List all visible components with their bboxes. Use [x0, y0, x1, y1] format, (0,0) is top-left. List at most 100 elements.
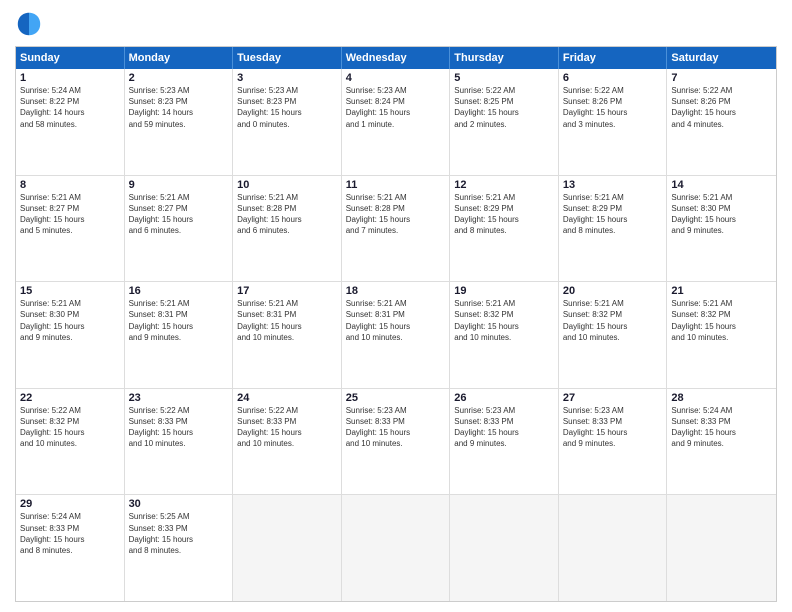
header-day-wednesday: Wednesday: [342, 47, 451, 69]
calendar-cell-empty-5: [559, 495, 668, 601]
day-number: 4: [346, 72, 446, 84]
calendar-cell-empty-4: [450, 495, 559, 601]
calendar-cell-9: 9Sunrise: 5:21 AM Sunset: 8:27 PM Daylig…: [125, 176, 234, 282]
day-number: 29: [20, 498, 120, 510]
day-info: Sunrise: 5:21 AM Sunset: 8:31 PM Dayligh…: [346, 298, 446, 343]
header-day-friday: Friday: [559, 47, 668, 69]
header-day-tuesday: Tuesday: [233, 47, 342, 69]
calendar-cell-29: 29Sunrise: 5:24 AM Sunset: 8:33 PM Dayli…: [16, 495, 125, 601]
calendar-row-2: 15Sunrise: 5:21 AM Sunset: 8:30 PM Dayli…: [16, 282, 776, 389]
header-day-sunday: Sunday: [16, 47, 125, 69]
calendar-cell-14: 14Sunrise: 5:21 AM Sunset: 8:30 PM Dayli…: [667, 176, 776, 282]
calendar-cell-22: 22Sunrise: 5:22 AM Sunset: 8:32 PM Dayli…: [16, 389, 125, 495]
day-number: 13: [563, 179, 663, 191]
day-number: 28: [671, 392, 772, 404]
day-info: Sunrise: 5:21 AM Sunset: 8:30 PM Dayligh…: [671, 192, 772, 237]
calendar-header: SundayMondayTuesdayWednesdayThursdayFrid…: [16, 47, 776, 69]
logo: [15, 10, 47, 38]
calendar-cell-3: 3Sunrise: 5:23 AM Sunset: 8:23 PM Daylig…: [233, 69, 342, 175]
day-number: 26: [454, 392, 554, 404]
day-info: Sunrise: 5:21 AM Sunset: 8:29 PM Dayligh…: [563, 192, 663, 237]
calendar-cell-26: 26Sunrise: 5:23 AM Sunset: 8:33 PM Dayli…: [450, 389, 559, 495]
day-number: 10: [237, 179, 337, 191]
day-info: Sunrise: 5:22 AM Sunset: 8:33 PM Dayligh…: [237, 405, 337, 450]
calendar-cell-21: 21Sunrise: 5:21 AM Sunset: 8:32 PM Dayli…: [667, 282, 776, 388]
day-info: Sunrise: 5:21 AM Sunset: 8:28 PM Dayligh…: [237, 192, 337, 237]
day-info: Sunrise: 5:21 AM Sunset: 8:29 PM Dayligh…: [454, 192, 554, 237]
day-number: 19: [454, 285, 554, 297]
day-number: 16: [129, 285, 229, 297]
day-info: Sunrise: 5:21 AM Sunset: 8:31 PM Dayligh…: [237, 298, 337, 343]
day-info: Sunrise: 5:21 AM Sunset: 8:32 PM Dayligh…: [563, 298, 663, 343]
day-number: 27: [563, 392, 663, 404]
day-number: 12: [454, 179, 554, 191]
day-number: 6: [563, 72, 663, 84]
day-info: Sunrise: 5:21 AM Sunset: 8:27 PM Dayligh…: [129, 192, 229, 237]
day-info: Sunrise: 5:25 AM Sunset: 8:33 PM Dayligh…: [129, 511, 229, 556]
day-number: 1: [20, 72, 120, 84]
calendar-cell-empty-6: [667, 495, 776, 601]
calendar-cell-7: 7Sunrise: 5:22 AM Sunset: 8:26 PM Daylig…: [667, 69, 776, 175]
calendar-cell-5: 5Sunrise: 5:22 AM Sunset: 8:25 PM Daylig…: [450, 69, 559, 175]
day-info: Sunrise: 5:21 AM Sunset: 8:31 PM Dayligh…: [129, 298, 229, 343]
logo-icon: [15, 10, 43, 38]
day-info: Sunrise: 5:21 AM Sunset: 8:32 PM Dayligh…: [454, 298, 554, 343]
day-number: 23: [129, 392, 229, 404]
day-info: Sunrise: 5:21 AM Sunset: 8:28 PM Dayligh…: [346, 192, 446, 237]
calendar-cell-19: 19Sunrise: 5:21 AM Sunset: 8:32 PM Dayli…: [450, 282, 559, 388]
day-number: 9: [129, 179, 229, 191]
calendar-cell-24: 24Sunrise: 5:22 AM Sunset: 8:33 PM Dayli…: [233, 389, 342, 495]
calendar-cell-15: 15Sunrise: 5:21 AM Sunset: 8:30 PM Dayli…: [16, 282, 125, 388]
calendar-cell-20: 20Sunrise: 5:21 AM Sunset: 8:32 PM Dayli…: [559, 282, 668, 388]
calendar-cell-4: 4Sunrise: 5:23 AM Sunset: 8:24 PM Daylig…: [342, 69, 451, 175]
day-info: Sunrise: 5:23 AM Sunset: 8:24 PM Dayligh…: [346, 85, 446, 130]
header-day-thursday: Thursday: [450, 47, 559, 69]
day-number: 21: [671, 285, 772, 297]
day-number: 7: [671, 72, 772, 84]
day-info: Sunrise: 5:21 AM Sunset: 8:30 PM Dayligh…: [20, 298, 120, 343]
calendar-cell-13: 13Sunrise: 5:21 AM Sunset: 8:29 PM Dayli…: [559, 176, 668, 282]
day-number: 17: [237, 285, 337, 297]
calendar-row-0: 1Sunrise: 5:24 AM Sunset: 8:22 PM Daylig…: [16, 69, 776, 176]
day-number: 3: [237, 72, 337, 84]
day-number: 8: [20, 179, 120, 191]
day-info: Sunrise: 5:24 AM Sunset: 8:22 PM Dayligh…: [20, 85, 120, 130]
day-number: 25: [346, 392, 446, 404]
calendar-cell-11: 11Sunrise: 5:21 AM Sunset: 8:28 PM Dayli…: [342, 176, 451, 282]
day-number: 14: [671, 179, 772, 191]
calendar-cell-1: 1Sunrise: 5:24 AM Sunset: 8:22 PM Daylig…: [16, 69, 125, 175]
day-info: Sunrise: 5:22 AM Sunset: 8:26 PM Dayligh…: [671, 85, 772, 130]
day-number: 15: [20, 285, 120, 297]
day-number: 11: [346, 179, 446, 191]
day-number: 24: [237, 392, 337, 404]
header-day-monday: Monday: [125, 47, 234, 69]
day-info: Sunrise: 5:24 AM Sunset: 8:33 PM Dayligh…: [671, 405, 772, 450]
calendar-cell-empty-2: [233, 495, 342, 601]
calendar-cell-25: 25Sunrise: 5:23 AM Sunset: 8:33 PM Dayli…: [342, 389, 451, 495]
calendar-row-4: 29Sunrise: 5:24 AM Sunset: 8:33 PM Dayli…: [16, 495, 776, 601]
header-day-saturday: Saturday: [667, 47, 776, 69]
day-info: Sunrise: 5:21 AM Sunset: 8:27 PM Dayligh…: [20, 192, 120, 237]
day-info: Sunrise: 5:23 AM Sunset: 8:33 PM Dayligh…: [563, 405, 663, 450]
day-info: Sunrise: 5:22 AM Sunset: 8:32 PM Dayligh…: [20, 405, 120, 450]
calendar-cell-23: 23Sunrise: 5:22 AM Sunset: 8:33 PM Dayli…: [125, 389, 234, 495]
calendar-cell-10: 10Sunrise: 5:21 AM Sunset: 8:28 PM Dayli…: [233, 176, 342, 282]
calendar-body: 1Sunrise: 5:24 AM Sunset: 8:22 PM Daylig…: [16, 69, 776, 601]
calendar-cell-16: 16Sunrise: 5:21 AM Sunset: 8:31 PM Dayli…: [125, 282, 234, 388]
day-info: Sunrise: 5:22 AM Sunset: 8:33 PM Dayligh…: [129, 405, 229, 450]
calendar-page: SundayMondayTuesdayWednesdayThursdayFrid…: [0, 0, 792, 612]
calendar-cell-2: 2Sunrise: 5:23 AM Sunset: 8:23 PM Daylig…: [125, 69, 234, 175]
calendar-cell-28: 28Sunrise: 5:24 AM Sunset: 8:33 PM Dayli…: [667, 389, 776, 495]
day-number: 5: [454, 72, 554, 84]
day-info: Sunrise: 5:24 AM Sunset: 8:33 PM Dayligh…: [20, 511, 120, 556]
calendar-cell-30: 30Sunrise: 5:25 AM Sunset: 8:33 PM Dayli…: [125, 495, 234, 601]
day-info: Sunrise: 5:23 AM Sunset: 8:33 PM Dayligh…: [346, 405, 446, 450]
page-header: [15, 10, 777, 38]
day-info: Sunrise: 5:22 AM Sunset: 8:25 PM Dayligh…: [454, 85, 554, 130]
day-info: Sunrise: 5:23 AM Sunset: 8:33 PM Dayligh…: [454, 405, 554, 450]
calendar-cell-6: 6Sunrise: 5:22 AM Sunset: 8:26 PM Daylig…: [559, 69, 668, 175]
day-number: 2: [129, 72, 229, 84]
calendar-cell-8: 8Sunrise: 5:21 AM Sunset: 8:27 PM Daylig…: [16, 176, 125, 282]
day-info: Sunrise: 5:23 AM Sunset: 8:23 PM Dayligh…: [237, 85, 337, 130]
day-number: 30: [129, 498, 229, 510]
